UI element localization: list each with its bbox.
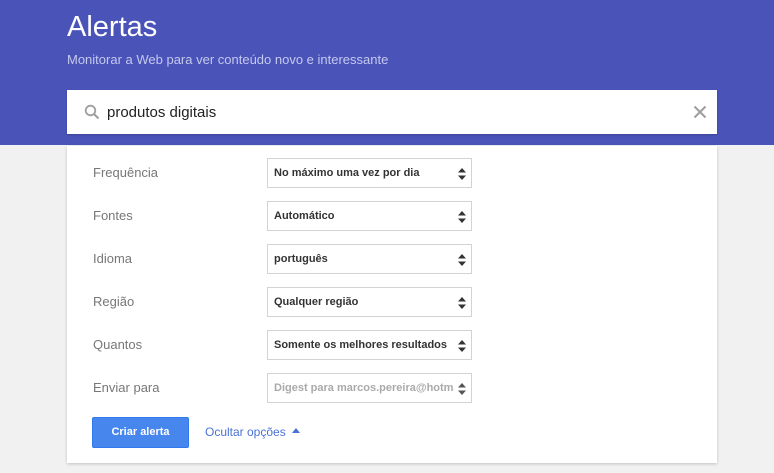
hide-options-link[interactable]: Ocultar opções (205, 425, 300, 439)
how-many-value: Somente os melhores resultados (274, 339, 447, 351)
frequency-label: Frequência (93, 165, 159, 180)
up-down-arrows-icon (458, 168, 466, 180)
search-box (67, 90, 717, 134)
alert-options-card: Frequência No máximo uma vez por dia Fon… (67, 146, 717, 463)
region-select[interactable]: Qualquer região (267, 287, 472, 317)
language-select[interactable]: português (267, 244, 472, 274)
how-many-select[interactable]: Somente os melhores resultados (267, 330, 472, 360)
sources-select[interactable]: Automático (267, 201, 472, 231)
sources-label: Fontes (93, 208, 133, 223)
frequency-select[interactable]: No máximo uma vez por dia (267, 158, 472, 188)
up-down-arrows-icon (458, 297, 466, 309)
up-down-arrows-icon (458, 254, 466, 266)
option-row-language: Idioma português (67, 244, 717, 274)
deliver-to-label: Enviar para (93, 380, 160, 395)
frequency-value: No máximo uma vez por dia (274, 167, 420, 179)
deliver-to-select[interactable]: Digest para marcos.pereira@hotmar (267, 373, 472, 403)
hide-options-label: Ocultar opções (205, 425, 286, 439)
up-down-arrows-icon (458, 211, 466, 223)
option-row-deliver-to: Enviar para Digest para marcos.pereira@h… (67, 373, 717, 403)
option-row-sources: Fontes Automático (67, 201, 717, 231)
language-value: português (274, 253, 328, 265)
language-label: Idioma (93, 251, 133, 266)
deliver-to-value: Digest para marcos.pereira@hotmar (274, 382, 454, 394)
search-input[interactable] (107, 90, 687, 134)
close-icon[interactable] (692, 104, 708, 120)
up-down-arrows-icon (458, 383, 466, 395)
create-alert-button[interactable]: Criar alerta (92, 417, 189, 448)
option-row-region: Região Qualquer região (67, 287, 717, 317)
up-down-arrows-icon (458, 340, 466, 352)
page-title: Alertas (67, 11, 158, 43)
search-icon (84, 104, 100, 120)
how-many-label: Quantos (93, 337, 143, 352)
option-row-frequency: Frequência No máximo uma vez por dia (67, 158, 717, 188)
option-row-how-many: Quantos Somente os melhores resultados (67, 330, 717, 360)
region-value: Qualquer região (274, 296, 359, 308)
sources-value: Automático (274, 210, 335, 222)
region-label: Região (93, 294, 135, 309)
page-subtitle: Monitorar a Web para ver conteúdo novo e… (67, 52, 389, 67)
caret-up-icon (291, 428, 300, 434)
